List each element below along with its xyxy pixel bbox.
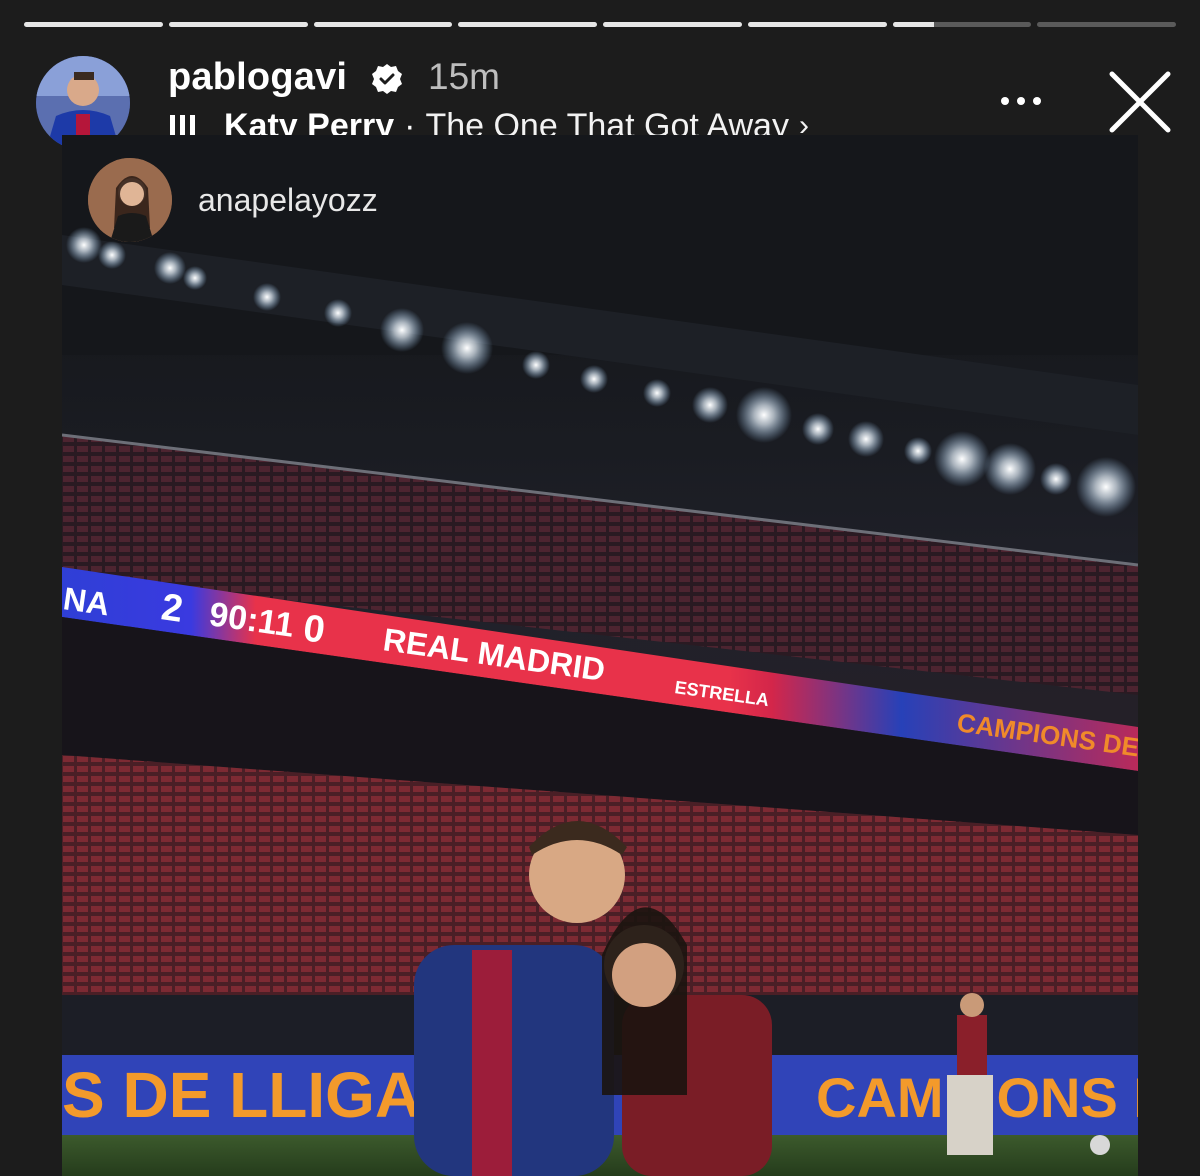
verified-badge-icon	[372, 64, 402, 94]
mention-avatar	[88, 158, 172, 242]
story-progress-fill	[892, 22, 935, 27]
story-progress-segment	[1037, 22, 1176, 27]
story-progress	[24, 22, 1176, 28]
story-progress-fill	[24, 22, 163, 27]
story-progress-fill	[603, 22, 742, 27]
story-progress-fill	[458, 22, 597, 27]
scoreboard-home: NA	[62, 580, 112, 622]
story-photo[interactable]: NA 2 90:11 0 REAL MADRID ESTRELLA CAMPIO…	[62, 135, 1138, 1176]
story-progress-segment	[747, 22, 887, 27]
story-progress-segment	[458, 22, 597, 27]
stadium-scene: NA 2 90:11 0 REAL MADRID ESTRELLA CAMPIO…	[62, 135, 1138, 1176]
pitch-banner-left: S DE LLIGA 2	[62, 1059, 472, 1131]
story-progress-segment	[892, 22, 1032, 27]
story-progress-fill	[747, 22, 887, 27]
story-progress-segment	[313, 22, 453, 27]
story-progress-fill	[313, 22, 453, 27]
story-progress-segment	[24, 22, 163, 27]
more-options-icon[interactable]	[994, 84, 1048, 118]
audio-bars-icon	[170, 115, 202, 137]
story-time-ago: 15m	[428, 56, 500, 97]
story-username[interactable]: pablogavi	[168, 56, 347, 99]
story-progress-segment	[168, 22, 308, 27]
mention-sticker[interactable]: anapelayozz	[88, 158, 378, 242]
close-icon[interactable]	[1106, 68, 1174, 136]
story-progress-fill	[168, 22, 308, 27]
mention-username: anapelayozz	[198, 181, 378, 218]
story-progress-segment	[603, 22, 742, 27]
